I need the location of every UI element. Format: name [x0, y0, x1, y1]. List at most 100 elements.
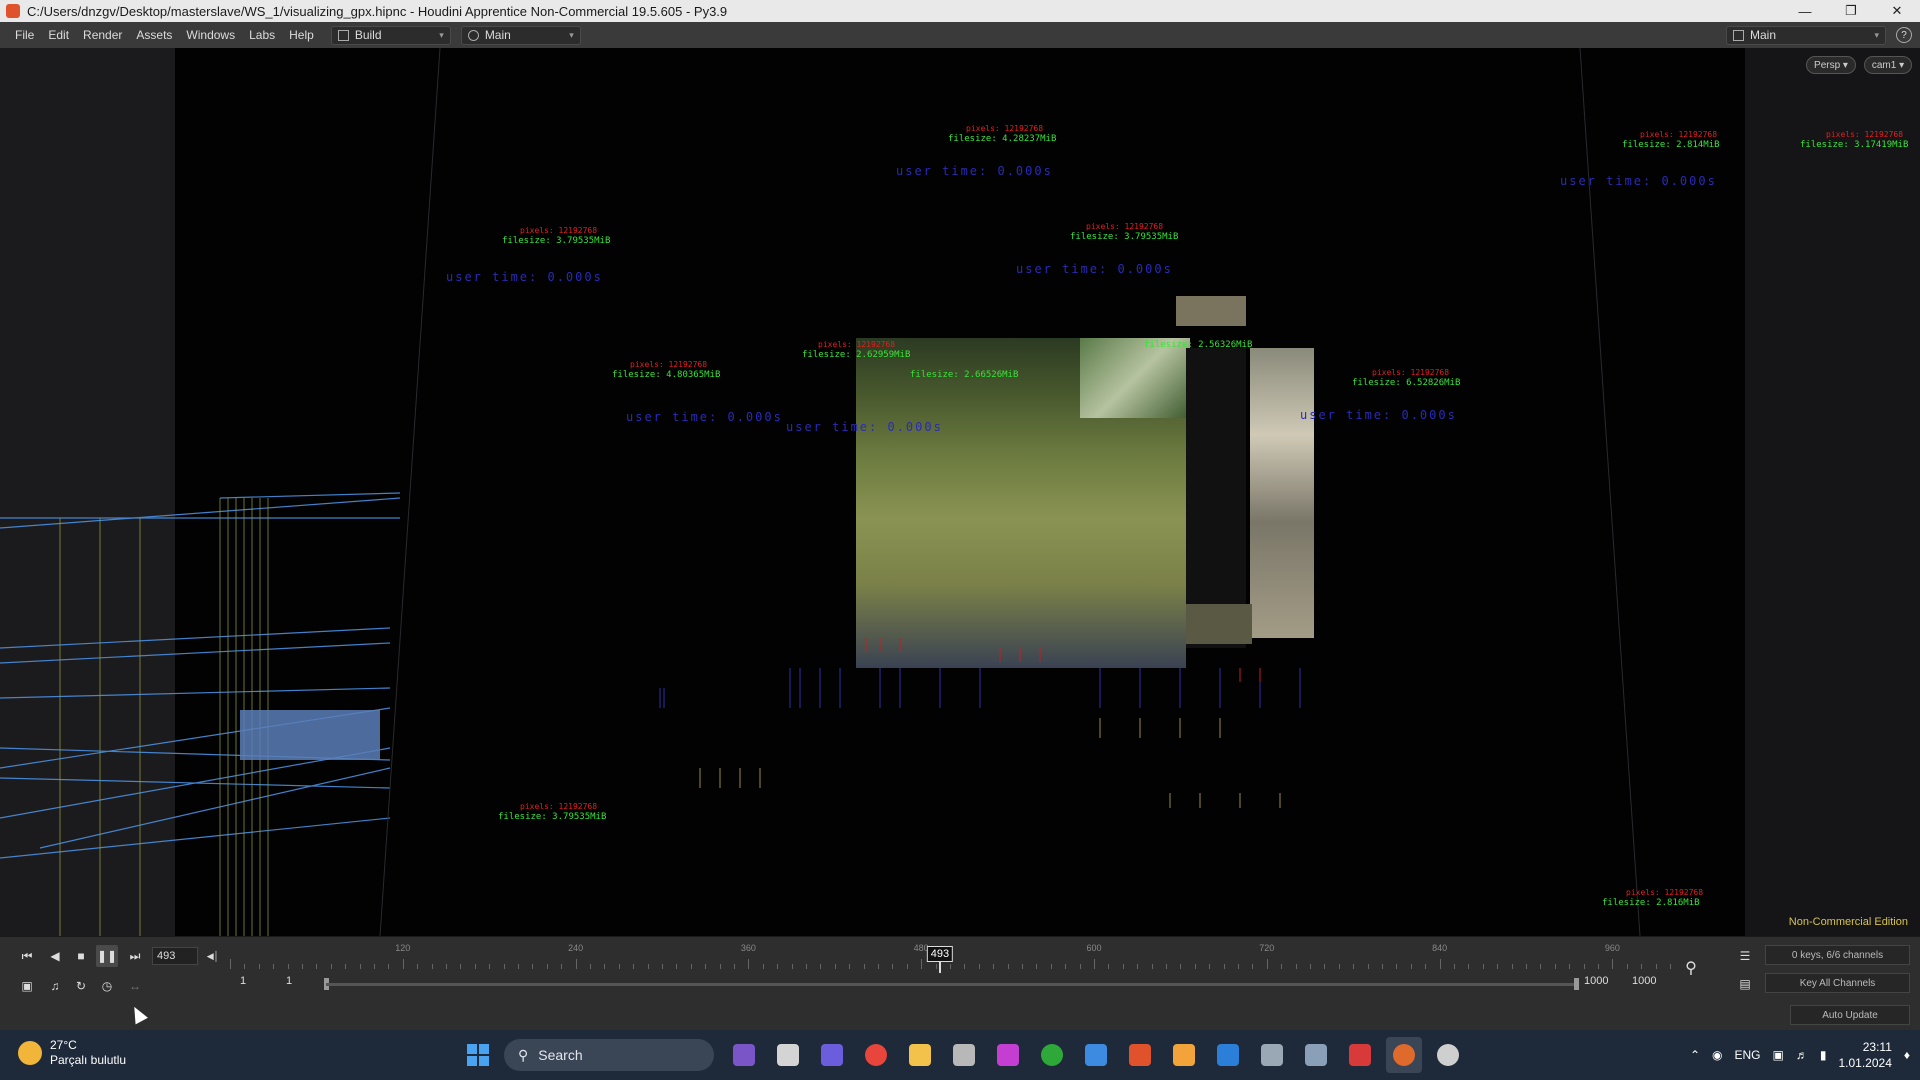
ruler-tick	[1540, 964, 1542, 969]
clock[interactable]: 23:11 1.01.2024	[1838, 1039, 1891, 1071]
network-icon[interactable]: ▣	[1773, 1048, 1784, 1062]
ruler-tick	[460, 964, 462, 969]
ruler-tick	[590, 964, 591, 969]
menu-edit[interactable]: Edit	[41, 28, 76, 42]
ruler-tick	[1569, 964, 1571, 969]
pause-button[interactable]: ❚❚	[96, 945, 118, 967]
ruler-tick	[287, 964, 289, 969]
taskbar-app-9[interactable]	[1078, 1037, 1114, 1073]
windows-taskbar: 27°C Parçalı bulutlu ⚲ Search ⌃ ◉ ENG ▣ …	[0, 1030, 1920, 1080]
stop-button[interactable]: ■	[70, 945, 92, 967]
ruler-tick	[1094, 959, 1095, 969]
taskbar-app-12[interactable]	[1210, 1037, 1246, 1073]
maximize-button[interactable]: ❐	[1828, 0, 1874, 22]
taskbar-app-6[interactable]	[946, 1037, 982, 1073]
menu-bar: File Edit Render Assets Windows Labs Hel…	[0, 22, 1920, 48]
range-start-field-b[interactable]: 1	[286, 975, 292, 987]
ruler-tick-label: 240	[568, 943, 584, 953]
ruler-tick	[1324, 964, 1326, 969]
microphone-icon[interactable]: ◉	[1712, 1048, 1722, 1062]
menu-help[interactable]: Help	[282, 28, 321, 42]
keys-info-display[interactable]: 0 keys, 6/6 channels	[1765, 945, 1910, 965]
ruler-tick	[806, 964, 807, 969]
chevron-up-icon[interactable]: ⌃	[1690, 1048, 1700, 1062]
loop-icon[interactable]: ↻	[70, 975, 92, 997]
taskbar-app-3[interactable]	[814, 1037, 850, 1073]
ruler-tick	[1626, 964, 1628, 969]
ruler-tick	[690, 964, 692, 969]
weather-widget[interactable]: 27°C Parçalı bulutlu	[18, 1038, 126, 1068]
taskbar-app-15[interactable]	[1342, 1037, 1378, 1073]
menu-file[interactable]: File	[8, 28, 41, 42]
battery-icon[interactable]: ▮	[1820, 1048, 1827, 1062]
channel-list-icon[interactable]: ☰	[1734, 945, 1756, 967]
key-icon[interactable]: ⚲	[1680, 957, 1702, 979]
minimize-button[interactable]: —	[1782, 0, 1828, 22]
playhead-frame-label[interactable]: 493	[926, 946, 954, 962]
play-reverse-button[interactable]: ◀	[44, 945, 66, 967]
houdini-logo-icon	[6, 4, 20, 18]
notification-bell-icon[interactable]: ♦	[1904, 1048, 1910, 1062]
range-end-handle[interactable]	[1574, 978, 1579, 990]
range-end-field-a[interactable]: 1000	[1584, 975, 1608, 987]
taskbar-app-4[interactable]	[858, 1037, 894, 1073]
help-icon[interactable]: ?	[1896, 27, 1912, 43]
ruler-tick	[1122, 964, 1124, 969]
taskbar-app-13[interactable]	[1254, 1037, 1290, 1073]
ruler-tick	[906, 964, 908, 969]
realtime-toggle-icon[interactable]: ▣	[16, 975, 38, 997]
taskbar-app-7[interactable]	[990, 1037, 1026, 1073]
playhead-marker[interactable]	[938, 961, 941, 973]
range-start-field-a[interactable]: 1	[240, 975, 246, 987]
jump-end-button[interactable]: ⏭	[124, 945, 146, 967]
camera-persp-button[interactable]: Persp ▾	[1806, 56, 1856, 74]
range-end-field-b[interactable]: 1000	[1632, 975, 1656, 987]
desktop-selector-build[interactable]: Build ▾	[330, 25, 451, 45]
network-selector-main[interactable]: Main ▾	[1726, 25, 1886, 45]
ruler-tick	[892, 964, 894, 969]
taskbar-app-11[interactable]	[1166, 1037, 1202, 1073]
volume-icon[interactable]: ♬	[1796, 1048, 1808, 1062]
language-indicator[interactable]: ENG	[1735, 1048, 1761, 1062]
step-back-icon[interactable]: ◀│	[202, 945, 224, 967]
ruler-tick	[1022, 964, 1023, 969]
ruler-tick	[950, 964, 951, 969]
taskbar-app-8[interactable]	[1034, 1037, 1070, 1073]
ruler-tick	[532, 964, 534, 969]
range-slider[interactable]	[326, 983, 1576, 986]
key-all-channels-button[interactable]: Key All Channels	[1765, 973, 1910, 993]
current-frame-field[interactable]: 493	[152, 947, 198, 965]
taskbar-app-houdini[interactable]	[1386, 1037, 1422, 1073]
menu-labs[interactable]: Labs	[242, 28, 282, 42]
menu-assets[interactable]: Assets	[129, 28, 179, 42]
network-icon	[1733, 29, 1744, 41]
taskbar-app-2[interactable]	[770, 1037, 806, 1073]
camera-cam1-button[interactable]: cam1 ▾	[1864, 56, 1912, 74]
close-button[interactable]: ✕	[1874, 0, 1920, 22]
audio-icon[interactable]: ♫	[44, 975, 66, 997]
ruler-tick	[662, 964, 663, 969]
taskbar-app-5[interactable]	[902, 1037, 938, 1073]
chevron-down-icon: ▾	[569, 29, 574, 40]
taskbar-app-1[interactable]	[726, 1037, 762, 1073]
taskbar-search[interactable]: ⚲ Search	[504, 1039, 714, 1071]
clock-icon[interactable]: ◷	[96, 975, 118, 997]
auto-update-button[interactable]: Auto Update	[1790, 1005, 1910, 1025]
ruler-tick	[878, 964, 879, 969]
taskbar-app-10[interactable]	[1122, 1037, 1158, 1073]
shelf-selector-main[interactable]: Main ▾	[460, 25, 581, 45]
scene-viewport[interactable]: pixels: 12192768 filesize: 4.28237MiB us…	[0, 48, 1920, 936]
timeline-ruler[interactable]: 120 240 360 480 600 720 840 960 493	[230, 943, 1671, 973]
ruler-tick	[345, 964, 347, 969]
range-icon[interactable]: ↔	[124, 975, 146, 997]
menu-render[interactable]: Render	[76, 28, 129, 42]
ruler-tick	[1641, 964, 1643, 969]
dopesheet-icon[interactable]: ▤	[1734, 973, 1756, 995]
menu-windows[interactable]: Windows	[179, 28, 242, 42]
jump-start-button[interactable]: ⏮	[16, 945, 38, 967]
ruler-tick	[244, 964, 246, 969]
taskbar-app-17[interactable]	[1430, 1037, 1466, 1073]
start-button[interactable]	[460, 1037, 496, 1073]
ruler-tick	[1108, 964, 1110, 969]
taskbar-app-14[interactable]	[1298, 1037, 1334, 1073]
